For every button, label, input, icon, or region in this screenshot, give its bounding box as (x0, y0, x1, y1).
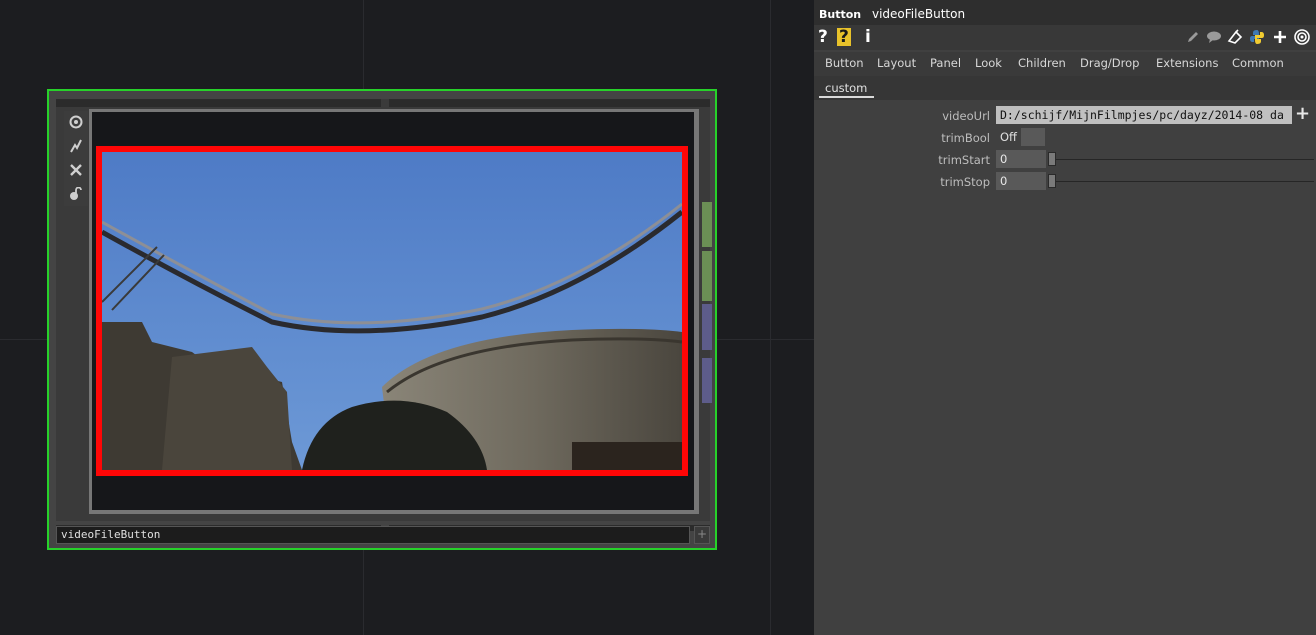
trimstart-slider-track[interactable] (1052, 159, 1314, 160)
scroll-strip (702, 358, 712, 403)
trimstop-slider-handle[interactable] (1048, 174, 1056, 188)
parameter-panel: Button videoFileButton ? ? i Button Layo… (814, 0, 1316, 635)
help-button[interactable]: ? (818, 27, 828, 47)
scroll-strip (702, 251, 712, 301)
node-add-button[interactable]: + (694, 526, 710, 544)
panel-header: Button videoFileButton (814, 0, 1316, 25)
node-viewer-frame (89, 109, 699, 514)
target-icon[interactable] (1293, 28, 1311, 46)
button-comp-node[interactable]: videoFileButton + (47, 89, 717, 550)
param-label-trimbool: trimBool (941, 131, 990, 145)
video-preview[interactable] (96, 146, 688, 476)
panel-toolbar: ? ? i (814, 25, 1316, 50)
info-button[interactable]: i (865, 27, 871, 47)
node-viewer[interactable] (92, 112, 694, 510)
tab-layout[interactable]: Layout (877, 56, 916, 70)
videourl-field[interactable]: D:/schijf/MijnFilmpjes/pc/dayz/2014-08 d… (996, 106, 1292, 124)
node-flag-sidebar (64, 111, 88, 206)
tab-look[interactable]: Look (975, 56, 1002, 70)
trimbool-value: Off (996, 128, 1020, 146)
param-label-trimstop: trimStop (940, 175, 990, 189)
python-icon[interactable] (1248, 28, 1266, 46)
viewer-active-icon[interactable] (64, 111, 88, 133)
trimstop-field[interactable]: 0 (996, 172, 1046, 190)
parameter-page-tabs: Button Layout Panel Look Children Drag/D… (814, 52, 1316, 76)
trimstop-slider-track[interactable] (1052, 181, 1314, 182)
add-icon[interactable] (1271, 28, 1289, 46)
python-help-button[interactable]: ? (837, 28, 851, 46)
scroll-strip (702, 202, 712, 247)
comment-icon[interactable] (1205, 28, 1223, 46)
trimstart-slider-handle[interactable] (1048, 152, 1056, 166)
node-body (56, 99, 712, 531)
close-icon[interactable] (64, 159, 88, 181)
trimstart-field[interactable]: 0 (996, 150, 1046, 168)
tab-children[interactable]: Children (1018, 56, 1066, 70)
video-frame-image (102, 152, 682, 470)
node-name-field[interactable]: videoFileButton (56, 526, 690, 544)
op-name-field[interactable]: videoFileButton (872, 7, 965, 21)
tab-common[interactable]: Common (1232, 56, 1284, 70)
node-top-bar (389, 99, 710, 107)
active-tab-indicator (819, 96, 874, 98)
param-label-trimstart: trimStart (938, 153, 990, 167)
node-top-bar (56, 99, 381, 107)
param-label-videourl: videoUrl (942, 109, 990, 123)
network-editor[interactable]: videoFileButton + (0, 0, 814, 635)
tab-panel[interactable]: Panel (930, 56, 961, 70)
grid-line (770, 0, 771, 635)
op-type-label: Button (819, 8, 862, 21)
tab-drag-drop[interactable]: Drag/Drop (1080, 56, 1139, 70)
tab-button[interactable]: Button (825, 56, 864, 70)
bypass-icon[interactable] (64, 135, 88, 157)
clone-icon[interactable] (1226, 28, 1244, 46)
custom-page-tabs: custom (814, 76, 1316, 100)
videourl-browse-button[interactable]: + (1295, 103, 1310, 124)
tab-extensions[interactable]: Extensions (1156, 56, 1218, 70)
scroll-strip (702, 304, 712, 350)
pencil-icon[interactable] (1184, 28, 1202, 46)
lock-icon[interactable] (64, 183, 88, 205)
trimbool-toggle[interactable] (1021, 128, 1045, 146)
